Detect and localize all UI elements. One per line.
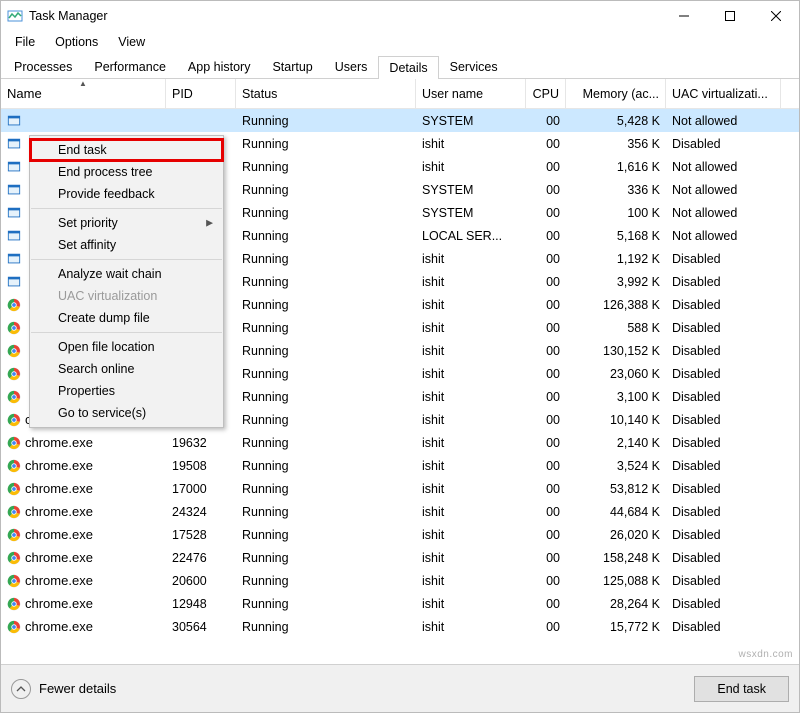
menu-separator xyxy=(31,259,222,260)
watermark: wsxdn.com xyxy=(738,649,793,660)
ctx-end-task[interactable]: End task xyxy=(30,139,223,161)
col-status[interactable]: Status xyxy=(236,79,416,108)
ctx-uac-virtualization: UAC virtualization xyxy=(30,285,223,307)
chevron-right-icon: ▶ xyxy=(206,218,213,229)
menu-file[interactable]: File xyxy=(5,33,45,51)
ctx-go-to-service-s-[interactable]: Go to service(s) xyxy=(30,402,223,424)
col-uac[interactable]: UAC virtualizati... xyxy=(666,79,781,108)
sort-asc-icon: ▲ xyxy=(79,79,87,88)
tab-strip: ProcessesPerformanceApp historyStartupUs… xyxy=(1,53,799,79)
col-name[interactable]: Name▲ xyxy=(1,79,166,108)
minimize-button[interactable] xyxy=(661,1,707,31)
col-mem[interactable]: Memory (ac... xyxy=(566,79,666,108)
menu-separator xyxy=(31,332,222,333)
table-row[interactable]: chrome.exe17528Runningishit0026,020 KDis… xyxy=(1,523,799,546)
tab-app-history[interactable]: App history xyxy=(177,55,262,78)
column-headers: Name▲ PID Status User name CPU Memory (a… xyxy=(1,79,799,109)
table-row[interactable]: chrome.exe30564Runningishit0015,772 KDis… xyxy=(1,615,799,638)
ctx-end-process-tree[interactable]: End process tree xyxy=(30,161,223,183)
table-row[interactable]: RunningSYSTEM005,428 KNot allowed xyxy=(1,109,799,132)
context-menu: End taskEnd process treeProvide feedback… xyxy=(29,135,224,428)
ctx-set-priority[interactable]: Set priority▶ xyxy=(30,212,223,234)
col-pid[interactable]: PID xyxy=(166,79,236,108)
title-bar: Task Manager xyxy=(1,1,799,31)
end-task-button[interactable]: End task xyxy=(694,676,789,702)
ctx-provide-feedback[interactable]: Provide feedback xyxy=(30,183,223,205)
table-row[interactable]: chrome.exe19508Runningishit003,524 KDisa… xyxy=(1,454,799,477)
taskmgr-icon xyxy=(7,8,23,24)
table-row[interactable]: chrome.exe22476Runningishit00158,248 KDi… xyxy=(1,546,799,569)
tab-startup[interactable]: Startup xyxy=(261,55,323,78)
menu-bar: FileOptionsView xyxy=(1,31,799,53)
col-cpu[interactable]: CPU xyxy=(526,79,566,108)
ctx-search-online[interactable]: Search online xyxy=(30,358,223,380)
tab-details[interactable]: Details xyxy=(378,56,438,79)
menu-view[interactable]: View xyxy=(108,33,155,51)
fewer-details-label: Fewer details xyxy=(39,681,116,696)
tab-users[interactable]: Users xyxy=(324,55,379,78)
ctx-set-affinity[interactable]: Set affinity xyxy=(30,234,223,256)
table-row[interactable]: chrome.exe24324Runningishit0044,684 KDis… xyxy=(1,500,799,523)
ctx-properties[interactable]: Properties xyxy=(30,380,223,402)
ctx-open-file-location[interactable]: Open file location xyxy=(30,336,223,358)
menu-separator xyxy=(31,208,222,209)
ctx-create-dump-file[interactable]: Create dump file xyxy=(30,307,223,329)
col-user[interactable]: User name xyxy=(416,79,526,108)
table-row[interactable]: chrome.exe17000Runningishit0053,812 KDis… xyxy=(1,477,799,500)
table-row[interactable]: chrome.exe12948Runningishit0028,264 KDis… xyxy=(1,592,799,615)
tab-services[interactable]: Services xyxy=(439,55,509,78)
tab-performance[interactable]: Performance xyxy=(83,55,177,78)
close-button[interactable] xyxy=(753,1,799,31)
window-title: Task Manager xyxy=(29,9,661,23)
tab-processes[interactable]: Processes xyxy=(3,55,83,78)
footer-bar: Fewer details End task xyxy=(1,664,799,712)
maximize-button[interactable] xyxy=(707,1,753,31)
table-row[interactable]: chrome.exe19632Runningishit002,140 KDisa… xyxy=(1,431,799,454)
table-row[interactable]: chrome.exe20600Runningishit00125,088 KDi… xyxy=(1,569,799,592)
chevron-up-icon xyxy=(11,679,31,699)
fewer-details-button[interactable]: Fewer details xyxy=(11,679,116,699)
menu-options[interactable]: Options xyxy=(45,33,108,51)
ctx-analyze-wait-chain[interactable]: Analyze wait chain xyxy=(30,263,223,285)
